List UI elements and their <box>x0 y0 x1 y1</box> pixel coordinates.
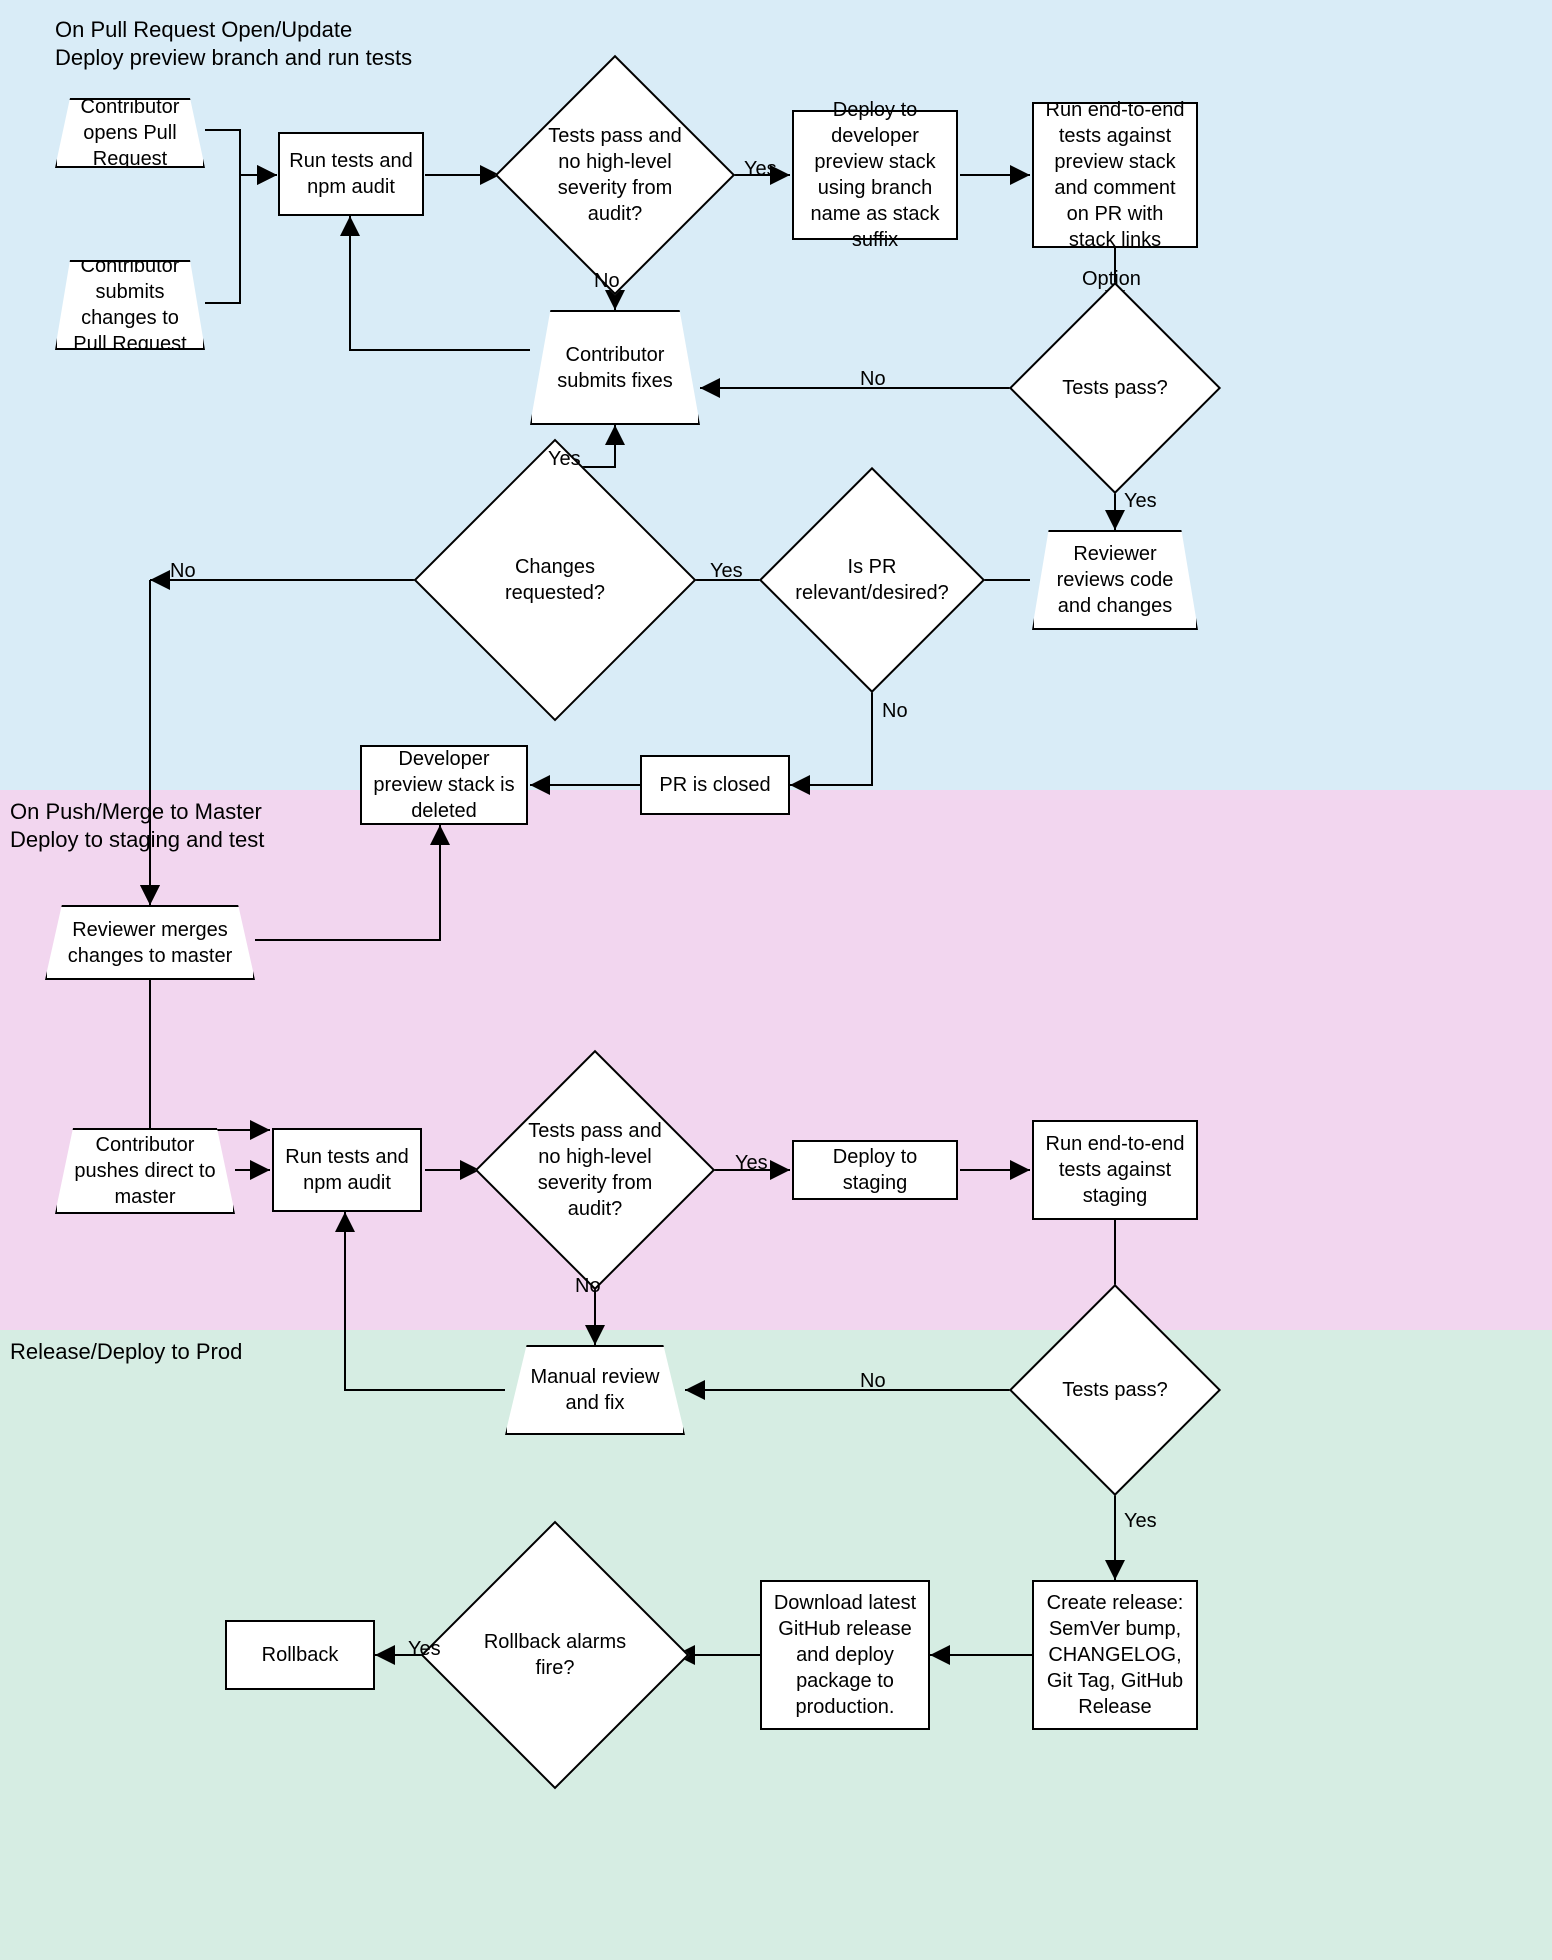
lbl-no-1: No <box>594 270 620 293</box>
node-push-master: Contributor pushes direct to master <box>55 1128 235 1214</box>
node-rollback-alarms: Rollback alarms fire? <box>460 1560 650 1750</box>
section1-title: On Pull Request Open/UpdateDeploy previe… <box>55 16 412 72</box>
node-create-release: Create release: SemVer bump, CHANGELOG, … <box>1032 1580 1198 1730</box>
band-pr <box>0 0 1552 790</box>
node-tests-pass-2: Tests pass? <box>1040 1315 1190 1465</box>
node-deploy-staging: Deploy to staging <box>792 1140 958 1200</box>
band-staging <box>0 790 1552 1330</box>
node-download-deploy: Download latest GitHub release and deplo… <box>760 1580 930 1730</box>
node-manual-review: Manual review and fix <box>505 1345 685 1435</box>
node-reviewer-merges: Reviewer merges changes to master <box>45 905 255 980</box>
lbl-yes-6: Yes <box>1124 1510 1157 1533</box>
node-tests-pass-1: Tests pass? <box>1040 313 1190 463</box>
node-run-tests-1: Run tests and npm audit <box>278 132 424 216</box>
lbl-no-4: No <box>882 700 908 723</box>
lbl-no-3: No <box>170 560 196 583</box>
lbl-yes-5: Yes <box>735 1152 768 1175</box>
node-preview-deleted: Developer preview stack is deleted <box>360 745 528 825</box>
node-pr-closed: PR is closed <box>640 755 790 815</box>
section3-title: Release/Deploy to Prod <box>10 1338 242 1366</box>
node-reviewer-reviews: Reviewer reviews code and changes <box>1032 530 1198 630</box>
lbl-yes-3: Yes <box>710 560 743 583</box>
node-pr-relevant: Is PR relevant/desired? <box>792 500 952 660</box>
section2-title: On Push/Merge to MasterDeploy to staging… <box>10 798 264 854</box>
lbl-yes-7: Yes <box>408 1638 441 1661</box>
node-submits-fixes: Contributor submits fixes <box>530 310 700 425</box>
node-submit-changes: Contributor submits changes to Pull Requ… <box>55 260 205 350</box>
node-run-e2e-staging: Run end-to-end tests against staging <box>1032 1120 1198 1220</box>
lbl-yes-4: Yes <box>548 448 581 471</box>
node-deploy-preview: Deploy to developer preview stack using … <box>792 110 958 240</box>
lbl-yes-2: Yes <box>1124 490 1157 513</box>
node-open-pr: Contributor opens Pull Request <box>55 98 205 168</box>
node-tests-audit-2: Tests pass and no high-level severity fr… <box>510 1085 680 1255</box>
lbl-no-2: No <box>860 368 886 391</box>
node-run-e2e-preview: Run end-to-end tests against preview sta… <box>1032 102 1198 248</box>
node-changes-requested: Changes requested? <box>455 480 655 680</box>
lbl-no-5: No <box>575 1275 601 1298</box>
lbl-yes-1: Yes <box>744 158 777 181</box>
node-tests-audit-1: Tests pass and no high-level severity fr… <box>530 90 700 260</box>
lbl-no-6: No <box>860 1370 886 1393</box>
node-run-tests-2: Run tests and npm audit <box>272 1128 422 1212</box>
flowchart-canvas: On Pull Request Open/UpdateDeploy previe… <box>0 0 1552 1960</box>
lbl-option: Option <box>1082 268 1141 291</box>
node-rollback: Rollback <box>225 1620 375 1690</box>
